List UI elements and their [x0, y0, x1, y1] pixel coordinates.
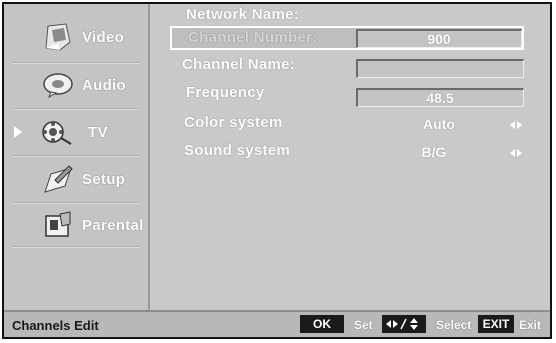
ok-key[interactable]: OK	[300, 315, 344, 333]
channel-number-label: Channel Number:	[188, 29, 318, 46]
setup-icon	[40, 163, 76, 195]
divider	[12, 108, 140, 110]
sidebar-item-label: Video	[82, 28, 125, 46]
sidebar-item-video[interactable]: Video	[10, 16, 140, 58]
divider	[12, 155, 140, 157]
divider	[12, 246, 140, 248]
sidebar-item-audio[interactable]: Audio	[10, 64, 140, 106]
exit-key[interactable]: EXIT	[478, 315, 514, 333]
sidebar-item-label: Setup	[82, 170, 126, 188]
sidebar-item-tv[interactable]: TV	[10, 111, 140, 153]
sidebar-item-label: TV	[88, 123, 108, 141]
sidebar-separator	[148, 4, 150, 310]
ok-action-label: Set	[354, 318, 373, 332]
footer-title: Channels Edit	[12, 318, 99, 333]
network-name-label: Network Name:	[186, 6, 300, 23]
left-right-arrows-icon[interactable]	[510, 120, 524, 130]
navigation-arrows-icon[interactable]	[382, 315, 426, 333]
sidebar-item-parental[interactable]: Parental	[10, 204, 143, 246]
video-icon	[40, 21, 76, 53]
footer-bar: Channels Edit OK Set Select EXIT Exit	[4, 310, 550, 337]
channel-name-field[interactable]	[356, 59, 524, 78]
tv-osd-screen: Video Audio TV Setup Parental Network Na…	[2, 2, 552, 339]
color-system-label: Color system	[184, 114, 283, 131]
channel-edit-panel: Network Name: Channel Number: 900 Channe…	[152, 4, 550, 310]
tv-icon	[40, 116, 76, 148]
left-right-arrows-icon[interactable]	[510, 148, 524, 158]
sound-system-value[interactable]: B/G	[404, 144, 464, 160]
sound-system-label: Sound system	[184, 142, 291, 159]
channel-name-label: Channel Name:	[182, 56, 296, 73]
channel-number-value: 900	[427, 31, 451, 47]
audio-icon	[40, 69, 76, 101]
sidebar-item-label: Audio	[82, 76, 126, 94]
selected-arrow-icon	[14, 126, 22, 138]
sidebar-item-label: Parental	[82, 216, 144, 234]
nav-action-label: Select	[436, 318, 472, 332]
sidebar-item-setup[interactable]: Setup	[10, 158, 140, 200]
parental-icon	[40, 209, 76, 241]
frequency-value: 48.5	[426, 90, 454, 106]
color-system-value[interactable]: Auto	[404, 116, 474, 132]
sidebar-menu: Video Audio TV Setup Parental	[4, 4, 148, 310]
frequency-label: Frequency	[186, 84, 265, 101]
exit-action-label: Exit	[519, 318, 542, 332]
